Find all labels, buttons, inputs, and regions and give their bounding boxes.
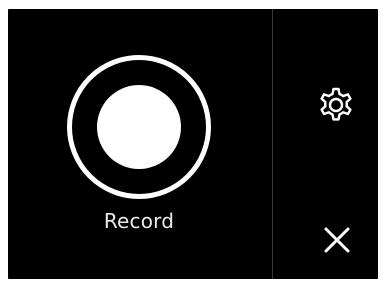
gear-icon	[314, 83, 358, 127]
close-button[interactable]	[320, 223, 354, 257]
settings-button[interactable]	[314, 83, 358, 127]
side-toolbar	[273, 9, 378, 279]
close-icon	[320, 223, 354, 257]
record-area: Record	[8, 9, 272, 279]
record-icon	[97, 85, 181, 169]
record-label: Record	[103, 209, 175, 233]
recorder-panel: Record	[8, 9, 378, 279]
record-button[interactable]	[67, 55, 211, 199]
